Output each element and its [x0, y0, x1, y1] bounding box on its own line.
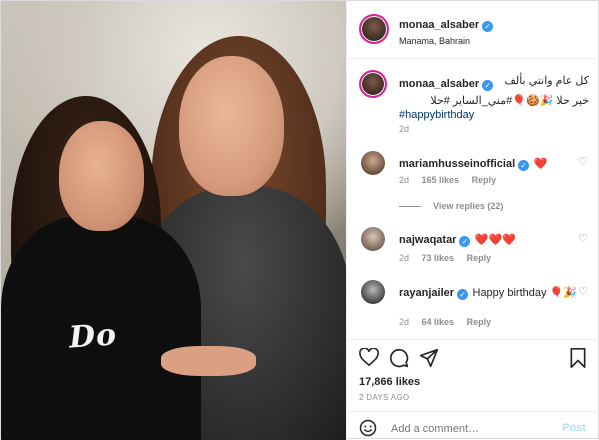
verified-badge-icon: ✓ — [459, 236, 471, 247]
verified-badge-icon: ✓ — [482, 21, 494, 32]
caption-age[interactable]: 2d — [399, 124, 409, 134]
replies-line — [399, 206, 421, 208]
comment-like-heart-icon[interactable]: ♡ — [578, 234, 588, 245]
comment-likes[interactable]: 73 likes — [422, 253, 455, 263]
post-comment-button[interactable]: Post — [562, 422, 586, 434]
comment-reply-button[interactable]: Reply — [467, 317, 492, 327]
emoji-icon[interactable] — [359, 419, 377, 440]
comment-text: ❤️ — [533, 158, 548, 170]
comment-text: Happy birthday 🎈🎉 — [472, 287, 577, 299]
comment-like-heart-icon[interactable]: ♡ — [578, 287, 588, 298]
comment-meta: 2d 165 likes Reply — [399, 175, 496, 185]
likes-count[interactable]: 17,866 likes — [359, 376, 420, 388]
comment-reply-button[interactable]: Reply — [472, 175, 497, 185]
comment-content: najwaqatar ✓ ❤️❤️❤️ — [399, 230, 516, 248]
caption-author-avatar[interactable] — [359, 70, 387, 98]
verified-badge-icon: ✓ — [457, 289, 469, 300]
photo-figure-right-face — [179, 56, 284, 196]
composer-divider — [347, 411, 599, 412]
post-side-panel: monaa_alsaber ✓ Manama, Bahrain monaa_als… — [346, 1, 599, 440]
comment-meta: 2d 64 likes Reply — [399, 317, 491, 327]
photo-figure-left-face — [59, 121, 144, 231]
author-username[interactable]: monaa_alsaber — [399, 19, 479, 31]
caption-text-line1: كل عام وانتي بألف — [504, 75, 589, 87]
commenter-username[interactable]: mariamhusseinofficial — [399, 158, 515, 170]
comment-icon[interactable] — [389, 348, 409, 371]
comment-reply-button[interactable]: Reply — [467, 253, 492, 263]
commenter-username[interactable]: rayanjailer — [399, 287, 454, 299]
caption-content: monaa_alsaber ✓ كل عام وانتي بألف خير حلا… — [399, 74, 589, 121]
photo-hand — [161, 346, 256, 376]
comment-meta: 2d 73 likes Reply — [399, 253, 491, 263]
caption-text-line2: خير حلا 🎉🍪🎈#مني_الساير #حلا — [430, 95, 589, 107]
post-photo[interactable]: Do — [1, 1, 346, 440]
bookmark-icon[interactable] — [569, 348, 587, 371]
commenter-avatar[interactable] — [361, 151, 385, 175]
comment-like-heart-icon[interactable]: ♡ — [578, 157, 588, 168]
heart-icon[interactable] — [359, 347, 379, 369]
commenter-avatar[interactable] — [361, 280, 385, 304]
verified-badge-icon: ✓ — [482, 80, 494, 91]
author-avatar[interactable] — [359, 14, 389, 44]
comment-age[interactable]: 2d — [399, 317, 409, 327]
post-date[interactable]: 2 DAYS AGO — [359, 393, 409, 402]
verified-badge-icon: ✓ — [518, 160, 530, 171]
share-icon[interactable] — [419, 348, 439, 371]
view-replies-button[interactable]: View replies (22) — [399, 201, 503, 211]
comment-content: mariamhusseinofficial ✓ ❤️ — [399, 154, 547, 172]
author-info: monaa_alsaber ✓ Manama, Bahrain — [399, 15, 494, 46]
caption-author-username[interactable]: monaa_alsaber — [399, 78, 479, 90]
comment-age[interactable]: 2d — [399, 175, 409, 185]
comment-content: rayanjailer ✓ Happy birthday 🎈🎉 — [399, 283, 577, 301]
caption-hashtag[interactable]: #happybirthday — [399, 109, 589, 121]
view-replies-label: View replies (22) — [433, 201, 504, 211]
comment-age[interactable]: 2d — [399, 253, 409, 263]
comment-input[interactable] — [389, 418, 553, 440]
comment-likes[interactable]: 165 likes — [422, 175, 460, 185]
comment-text: ❤️❤️❤️ — [474, 234, 517, 246]
post-header: monaa_alsaber ✓ Manama, Bahrain — [347, 1, 599, 59]
comment-likes[interactable]: 64 likes — [422, 317, 455, 327]
commenter-username[interactable]: najwaqatar — [399, 234, 456, 246]
actions-divider — [347, 339, 599, 340]
photo-hoodie-logo: Do — [67, 317, 119, 356]
post-dialog: Do monaa_alsaber ✓ Manama, Bahrain monaa_… — [0, 0, 599, 440]
commenter-avatar[interactable] — [361, 227, 385, 251]
post-location[interactable]: Manama, Bahrain — [399, 36, 493, 46]
